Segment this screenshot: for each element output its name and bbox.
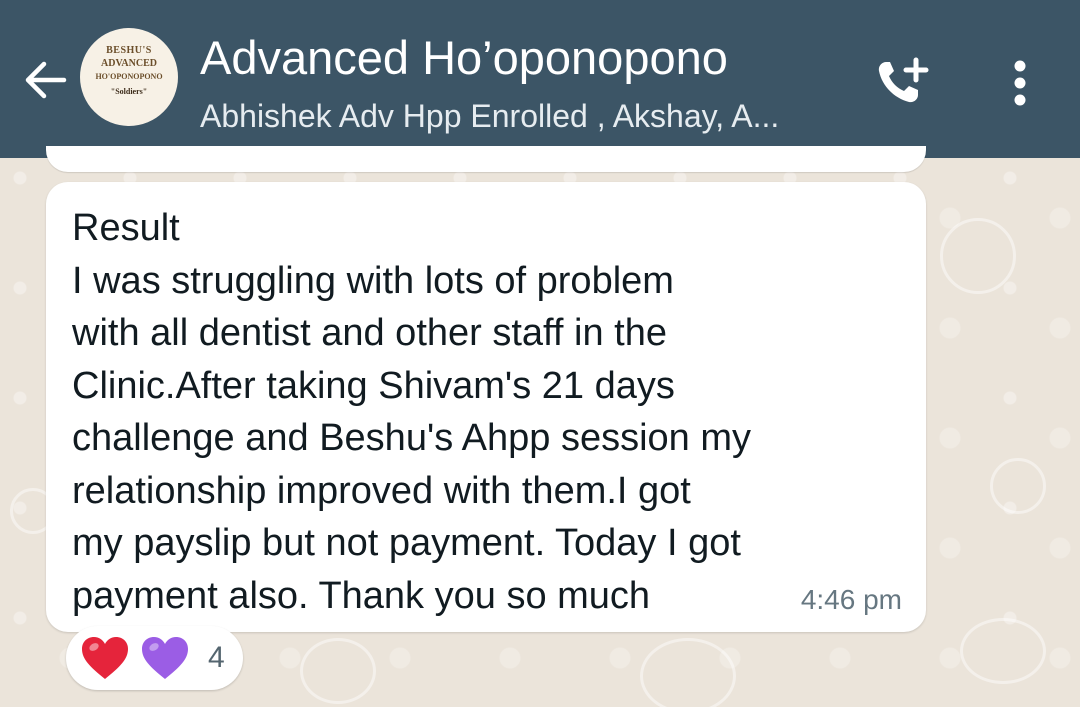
group-avatar[interactable]: BESHU'S ADVANCED HO'OPONOPONO "Soldiers" — [80, 28, 178, 126]
add-call-icon — [878, 57, 929, 103]
chat-header: BESHU'S ADVANCED HO'OPONOPONO "Soldiers"… — [0, 0, 1080, 158]
avatar-text-line: HO'OPONOPONO — [95, 72, 163, 81]
red-heart-icon — [82, 637, 128, 679]
message-bubble[interactable]: Result I was struggling with lots of pro… — [46, 182, 926, 632]
group-title[interactable]: Advanced Ho’oponopono — [200, 30, 728, 86]
more-options-button[interactable] — [1000, 56, 1040, 112]
reaction-count: 4 — [208, 641, 225, 674]
reactions-pill[interactable]: 4 — [66, 626, 243, 690]
avatar-text-line: "Soldiers" — [110, 87, 148, 96]
wallpaper-doodle — [960, 618, 1046, 684]
wallpaper-doodle — [940, 218, 1016, 294]
message-text: Result I was struggling with lots of pro… — [72, 207, 752, 617]
previous-message-bubble[interactable] — [46, 146, 926, 172]
wallpaper-doodle — [300, 638, 376, 704]
purple-heart-icon — [142, 637, 188, 679]
wallpaper-doodle — [640, 638, 736, 707]
wallpaper-doodle — [990, 458, 1046, 514]
message-timestamp: 4:46 pm — [800, 584, 902, 615]
back-button[interactable] — [18, 52, 74, 108]
more-vertical-icon — [1014, 60, 1026, 106]
group-members[interactable]: Abhishek Adv Hpp Enrolled , Akshay, A... — [200, 96, 779, 136]
avatar-text-line: BESHU'S — [106, 45, 152, 56]
arrow-left-icon — [25, 61, 67, 99]
add-call-button[interactable] — [872, 54, 934, 110]
avatar-text-line: ADVANCED — [101, 58, 157, 69]
